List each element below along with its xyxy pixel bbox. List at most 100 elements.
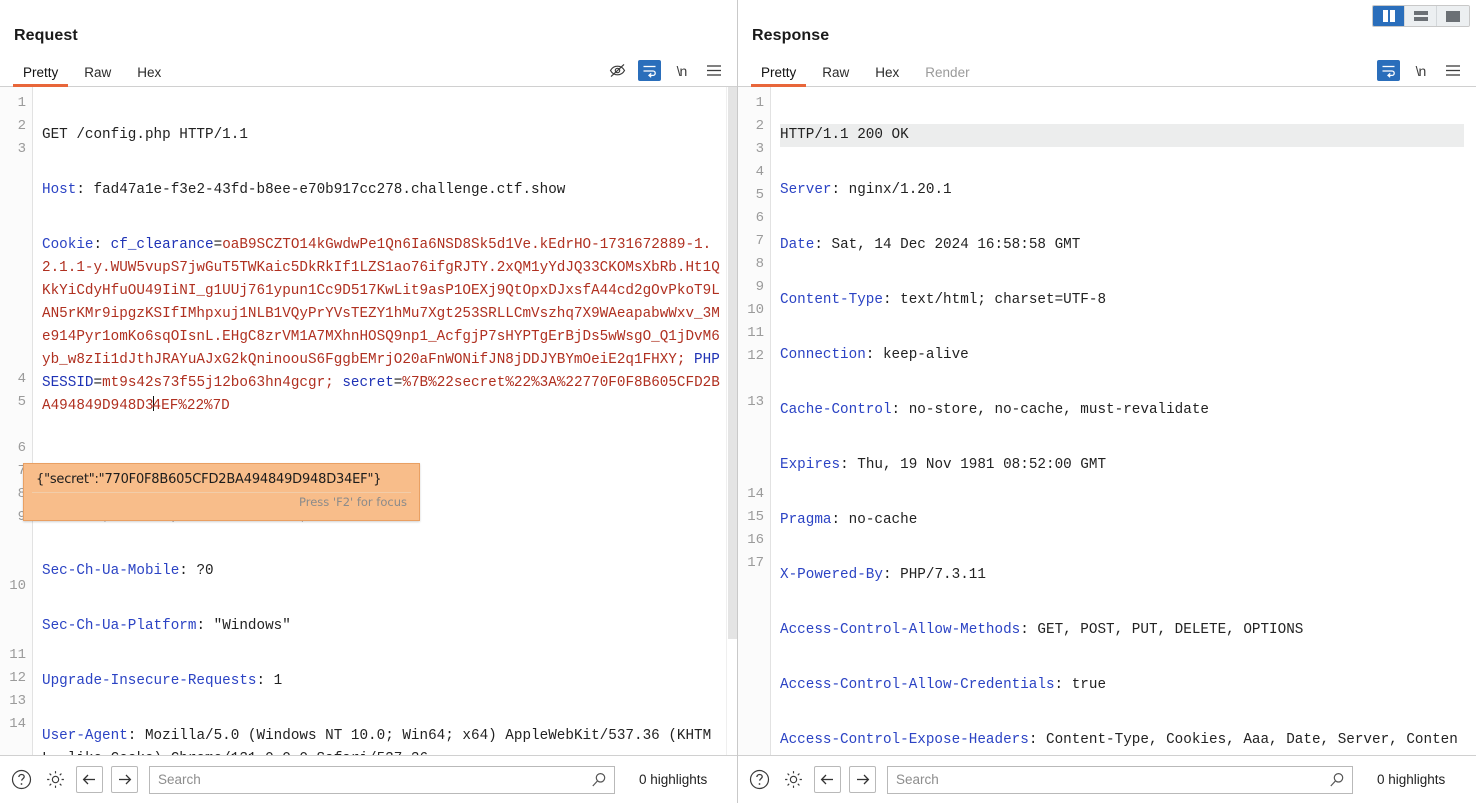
help-icon[interactable] xyxy=(8,767,34,793)
line-number: 5 xyxy=(0,391,32,414)
line-number: 6 xyxy=(738,207,770,230)
search-next-button[interactable] xyxy=(849,766,876,793)
request-scrollbar-thumb[interactable] xyxy=(728,87,737,639)
line-number: 13 xyxy=(0,690,32,713)
line-number: 7 xyxy=(738,230,770,253)
search-previous-button[interactable] xyxy=(76,766,103,793)
code-line: Cache-Control: no-store, no-cache, must-… xyxy=(780,399,1464,422)
line-number: 4 xyxy=(0,368,32,391)
code-line: Content-Type: text/html; charset=UTF-8 xyxy=(780,289,1464,312)
line-number: 2 xyxy=(0,115,32,138)
layout-single-pane-button[interactable] xyxy=(1437,6,1469,26)
cookie-secret-value-tail: 4EF%22%7D xyxy=(153,398,230,414)
request-tab-hex[interactable]: Hex xyxy=(124,66,174,87)
line-number: 3 xyxy=(0,138,32,161)
line-number-spacer xyxy=(0,414,32,437)
newline-icon[interactable]: \n xyxy=(1409,60,1432,81)
line-number: 2 xyxy=(738,115,770,138)
response-tabbar: Pretty Raw Hex Render \n xyxy=(738,57,1476,87)
code-line: Sec-Ch-Ua-Platform: "Windows" xyxy=(42,615,725,638)
code-line: Access-Control-Expose-Headers: Content-T… xyxy=(780,729,1464,755)
search-icon xyxy=(1329,772,1345,793)
line-number: 11 xyxy=(738,322,770,345)
code-line: Cookie: cf_clearance=oaB9SCZTO14kGwdwPe1… xyxy=(42,234,725,418)
menu-icon[interactable] xyxy=(1441,60,1464,81)
response-pane: Response Pretty Raw Hex Render \n xyxy=(738,0,1476,803)
code-line: HTTP/1.1 200 OK xyxy=(780,124,1464,147)
request-tab-raw[interactable]: Raw xyxy=(71,66,124,87)
eye-slash-icon[interactable] xyxy=(606,60,629,81)
layout-vertical-split-button[interactable] xyxy=(1373,6,1405,26)
response-editor[interactable]: 1 2 3 4 5 6 7 8 9 10 11 12 13 14 15 16 1… xyxy=(738,87,1476,755)
code-line: User-Agent: Mozilla/5.0 (Windows NT 10.0… xyxy=(42,725,725,755)
request-line-1: GET /config.php HTTP/1.1 xyxy=(42,127,248,143)
request-line-2-key: Host xyxy=(42,182,76,198)
code-line: Upgrade-Insecure-Requests: 1 xyxy=(42,670,725,693)
line-number: 10 xyxy=(738,299,770,322)
response-gutter: 1 2 3 4 5 6 7 8 9 10 11 12 13 14 15 16 1… xyxy=(738,87,771,755)
line-number: 10 xyxy=(0,575,32,598)
line-number: 12 xyxy=(738,345,770,368)
code-line: Connection: keep-alive xyxy=(780,344,1464,367)
line-number: 12 xyxy=(0,667,32,690)
layout-toggle-group xyxy=(1372,5,1470,27)
search-icon xyxy=(591,772,607,793)
request-highlights-count: 0 highlights xyxy=(639,772,707,787)
request-tab-pretty[interactable]: Pretty xyxy=(10,66,71,87)
code-line: Access-Control-Allow-Methods: GET, POST,… xyxy=(780,619,1464,642)
word-wrap-icon[interactable] xyxy=(1377,60,1400,81)
response-tab-pretty[interactable]: Pretty xyxy=(748,66,809,87)
line-number: 14 xyxy=(0,713,32,736)
code-line: Date: Sat, 14 Dec 2024 16:58:58 GMT xyxy=(780,234,1464,257)
request-editor[interactable]: 1 2 3 4 5 6 7 8 9 10 11 12 13 14 GET xyxy=(0,87,737,755)
request-tab-icons: \n xyxy=(606,60,737,86)
code-line: Pragma: no-cache xyxy=(780,509,1464,532)
gear-icon[interactable] xyxy=(780,767,806,793)
layout-horizontal-split-button[interactable] xyxy=(1405,6,1437,26)
code-line: GET /config.php HTTP/1.1 xyxy=(42,124,725,147)
gear-icon[interactable] xyxy=(42,767,68,793)
request-bottom-bar: 0 highlights xyxy=(0,755,737,803)
line-number: 14 xyxy=(738,483,770,506)
code-line: Sec-Ch-Ua-Mobile: ?0 xyxy=(42,560,725,583)
response-search-box[interactable] xyxy=(887,766,1353,794)
code-line: X-Powered-By: PHP/7.3.11 xyxy=(780,564,1464,587)
request-search-box[interactable] xyxy=(149,766,615,794)
request-title: Request xyxy=(0,0,737,45)
search-next-button[interactable] xyxy=(111,766,138,793)
line-number-spacer xyxy=(0,529,32,575)
line-number: 16 xyxy=(738,529,770,552)
request-pane: Request Pretty Raw Hex xyxy=(0,0,738,803)
response-tab-hex[interactable]: Hex xyxy=(862,66,912,87)
request-scrollbar[interactable] xyxy=(726,87,737,755)
menu-icon[interactable] xyxy=(702,60,725,81)
request-code[interactable]: GET /config.php HTTP/1.1 Host: fad47a1e-… xyxy=(33,87,737,755)
line-number-spacer xyxy=(0,161,32,368)
line-number: 8 xyxy=(738,253,770,276)
line-number-spacer xyxy=(738,414,770,483)
help-icon[interactable] xyxy=(746,767,772,793)
line-number-spacer xyxy=(0,598,32,644)
response-tab-raw[interactable]: Raw xyxy=(809,66,862,87)
word-wrap-icon[interactable] xyxy=(638,60,661,81)
tooltip-focus-hint: Press 'F2' for focus xyxy=(24,493,419,509)
code-line: Access-Control-Allow-Credentials: true xyxy=(780,674,1464,697)
newline-icon[interactable]: \n xyxy=(670,60,693,81)
line-number: 4 xyxy=(738,161,770,184)
cookie-phpsessid-value: mt9s42s73f55j12bo63hn4gcgr; xyxy=(102,375,342,391)
line-number: 5 xyxy=(738,184,770,207)
line-number: 17 xyxy=(738,552,770,575)
secret-decoded-tooltip: {"secret":"770F0F8B605CFD2BA494849D948D3… xyxy=(23,463,420,521)
response-code[interactable]: HTTP/1.1 200 OK Server: nginx/1.20.1 Dat… xyxy=(771,87,1476,755)
burp-message-editor: Request Pretty Raw Hex xyxy=(0,0,1476,803)
line-number: 6 xyxy=(0,437,32,460)
search-previous-button[interactable] xyxy=(814,766,841,793)
request-line-2-value: fad47a1e-f3e2-43fd-b8ee-e70b917cc278.cha… xyxy=(85,182,565,198)
line-number: 15 xyxy=(738,506,770,529)
response-search-input[interactable] xyxy=(888,767,1352,793)
response-tab-render: Render xyxy=(912,66,982,87)
line-number: 11 xyxy=(0,644,32,667)
request-search-input[interactable] xyxy=(150,767,614,793)
code-line: Host: fad47a1e-f3e2-43fd-b8ee-e70b917cc2… xyxy=(42,179,725,202)
line-number-spacer xyxy=(738,368,770,391)
